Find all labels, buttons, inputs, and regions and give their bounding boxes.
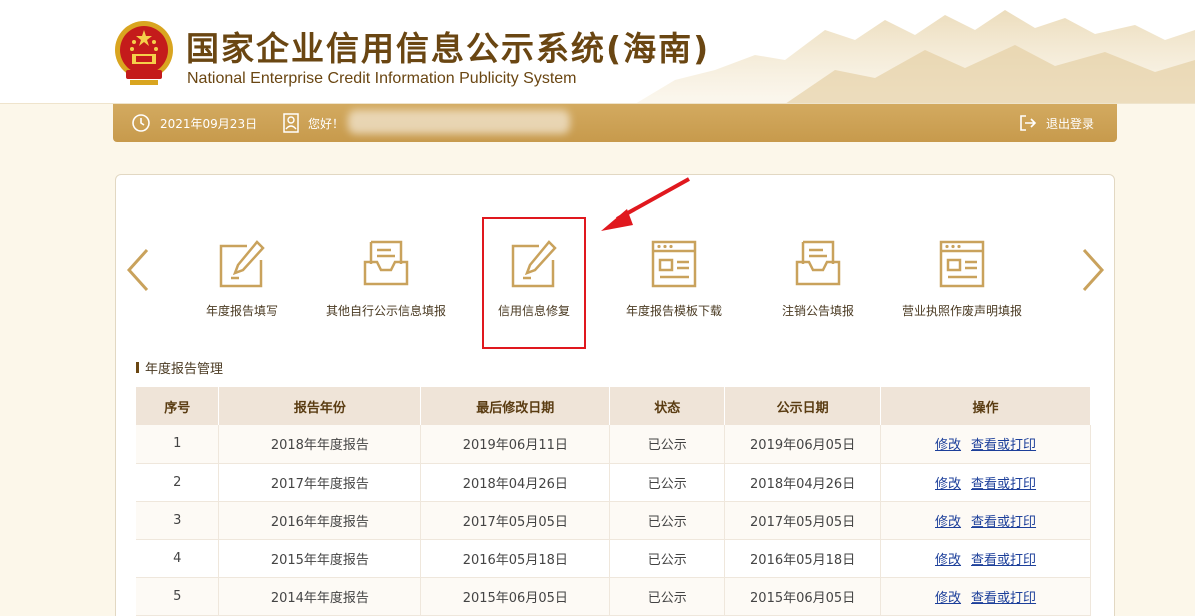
column-header: 序号 bbox=[136, 387, 220, 425]
cell-year: 2015年年度报告 bbox=[218, 539, 422, 578]
column-header: 最后修改日期 bbox=[420, 387, 611, 425]
clock-icon bbox=[131, 104, 151, 142]
cell-actions: 修改 查看或打印 bbox=[880, 425, 1091, 464]
edit-form-icon bbox=[219, 240, 265, 288]
section-title-bar bbox=[136, 362, 139, 373]
table-row: 3 2016年年度报告 2017年05月05日 已公示 2017年05月05日 … bbox=[136, 501, 1091, 540]
column-header: 公示日期 bbox=[724, 387, 882, 425]
func-label: 年度报告模板下载 bbox=[625, 304, 722, 318]
current-date: 2021年09月23日 bbox=[160, 116, 258, 131]
cell-year: 2016年年度报告 bbox=[218, 501, 422, 540]
template-window-icon bbox=[651, 240, 697, 288]
cell-actions: 修改 查看或打印 bbox=[880, 577, 1091, 616]
table-header-row: 序号 报告年份 最后修改日期 状态 公示日期 操作 bbox=[136, 387, 1091, 425]
cell-status: 已公示 bbox=[609, 425, 726, 464]
national-emblem-icon bbox=[115, 21, 173, 85]
cell-status: 已公示 bbox=[609, 501, 726, 540]
cell-actions: 修改 查看或打印 bbox=[880, 463, 1091, 502]
func-label: 年度报告填写 bbox=[205, 304, 278, 318]
cell-year: 2017年年度报告 bbox=[218, 463, 422, 502]
cell-no: 5 bbox=[136, 577, 220, 616]
cell-actions: 修改 查看或打印 bbox=[880, 501, 1091, 540]
cell-modified: 2018年04月26日 bbox=[420, 463, 611, 502]
column-header: 报告年份 bbox=[218, 387, 422, 425]
system-subtitle-english: National Enterprise Credit Information P… bbox=[187, 70, 577, 87]
view-print-link[interactable]: 查看或打印 bbox=[971, 553, 1036, 568]
inbox-icon bbox=[363, 240, 409, 286]
cell-modified: 2015年06月05日 bbox=[420, 577, 611, 616]
cell-published: 2018年04月26日 bbox=[724, 463, 882, 502]
table-row: 2 2017年年度报告 2018年04月26日 已公示 2018年04月26日 … bbox=[136, 463, 1091, 502]
func-template-download[interactable]: 年度报告模板下载 bbox=[614, 230, 734, 330]
edit-link[interactable]: 修改 bbox=[935, 477, 961, 492]
cell-year: 2014年年度报告 bbox=[218, 577, 422, 616]
cell-year: 2018年年度报告 bbox=[218, 425, 422, 464]
cell-modified: 2019年06月11日 bbox=[420, 425, 611, 464]
func-other-self-disclosure[interactable]: 其他自行公示信息填报 bbox=[316, 230, 456, 330]
site-header: 国家企业信用信息公示系统(海南) National Enterprise Cre… bbox=[0, 0, 1195, 104]
system-title: 国家企业信用信息公示系统(海南) bbox=[186, 29, 711, 68]
edit-link[interactable]: 修改 bbox=[935, 515, 961, 530]
mountain-landscape-decoration bbox=[636, 10, 1195, 103]
logout-link[interactable]: 退出登录 bbox=[1046, 104, 1094, 142]
greeting-text: 您好！ bbox=[308, 116, 345, 131]
edit-link[interactable]: 修改 bbox=[935, 438, 961, 453]
cell-modified: 2016年05月18日 bbox=[420, 539, 611, 578]
user-icon bbox=[283, 104, 299, 142]
column-header: 状态 bbox=[609, 387, 726, 425]
logout-icon[interactable] bbox=[1018, 104, 1038, 142]
table-row: 1 2018年年度报告 2019年06月11日 已公示 2019年06月05日 … bbox=[136, 425, 1091, 464]
cell-published: 2016年05月18日 bbox=[724, 539, 882, 578]
chevron-left-icon[interactable] bbox=[123, 248, 153, 292]
cell-no: 2 bbox=[136, 463, 220, 502]
cell-status: 已公示 bbox=[609, 539, 726, 578]
section-title-text: 年度报告管理 bbox=[145, 362, 224, 377]
user-info-bar: 2021年09月23日 您好！ 退出登录 bbox=[113, 104, 1117, 142]
redacted-username bbox=[348, 110, 570, 134]
func-annual-report-fill[interactable]: 年度报告填写 bbox=[192, 230, 292, 330]
view-print-link[interactable]: 查看或打印 bbox=[971, 438, 1036, 453]
cell-actions: 修改 查看或打印 bbox=[880, 539, 1091, 578]
inbox-icon bbox=[795, 240, 841, 286]
view-print-link[interactable]: 查看或打印 bbox=[971, 591, 1036, 606]
func-label: 注销公告填报 bbox=[781, 304, 854, 318]
annual-report-table: 序号 报告年份 最后修改日期 状态 公示日期 操作 1 2018年年度报告 20… bbox=[136, 387, 1091, 616]
section-title-annual-report-management: 年度报告管理 bbox=[136, 358, 223, 377]
cell-published: 2017年05月05日 bbox=[724, 501, 882, 540]
view-print-link[interactable]: 查看或打印 bbox=[971, 515, 1036, 530]
chevron-right-icon[interactable] bbox=[1078, 248, 1108, 292]
edit-link[interactable]: 修改 bbox=[935, 553, 961, 568]
table-row: 4 2015年年度报告 2016年05月18日 已公示 2016年05月18日 … bbox=[136, 539, 1091, 578]
func-label: 营业执照作废声明填报 bbox=[901, 304, 1022, 318]
cell-no: 4 bbox=[136, 539, 220, 578]
cell-modified: 2017年05月05日 bbox=[420, 501, 611, 540]
cell-no: 1 bbox=[136, 425, 220, 464]
cell-status: 已公示 bbox=[609, 463, 726, 502]
func-license-void-statement[interactable]: 营业执照作废声明填报 bbox=[894, 230, 1030, 330]
view-print-link[interactable]: 查看或打印 bbox=[971, 477, 1036, 492]
red-arrow-annotation bbox=[601, 177, 690, 231]
func-cancellation-notice[interactable]: 注销公告填报 bbox=[768, 230, 868, 330]
table-row: 5 2014年年度报告 2015年06月05日 已公示 2015年06月05日 … bbox=[136, 577, 1091, 616]
cell-no: 3 bbox=[136, 501, 220, 540]
edit-link[interactable]: 修改 bbox=[935, 591, 961, 606]
column-header: 操作 bbox=[880, 387, 1091, 425]
template-window-icon bbox=[939, 240, 985, 288]
func-label: 其他自行公示信息填报 bbox=[325, 304, 446, 318]
cell-status: 已公示 bbox=[609, 577, 726, 616]
cell-published: 2015年06月05日 bbox=[724, 577, 882, 616]
highlight-box-annotation bbox=[482, 217, 586, 349]
cell-published: 2019年06月05日 bbox=[724, 425, 882, 464]
